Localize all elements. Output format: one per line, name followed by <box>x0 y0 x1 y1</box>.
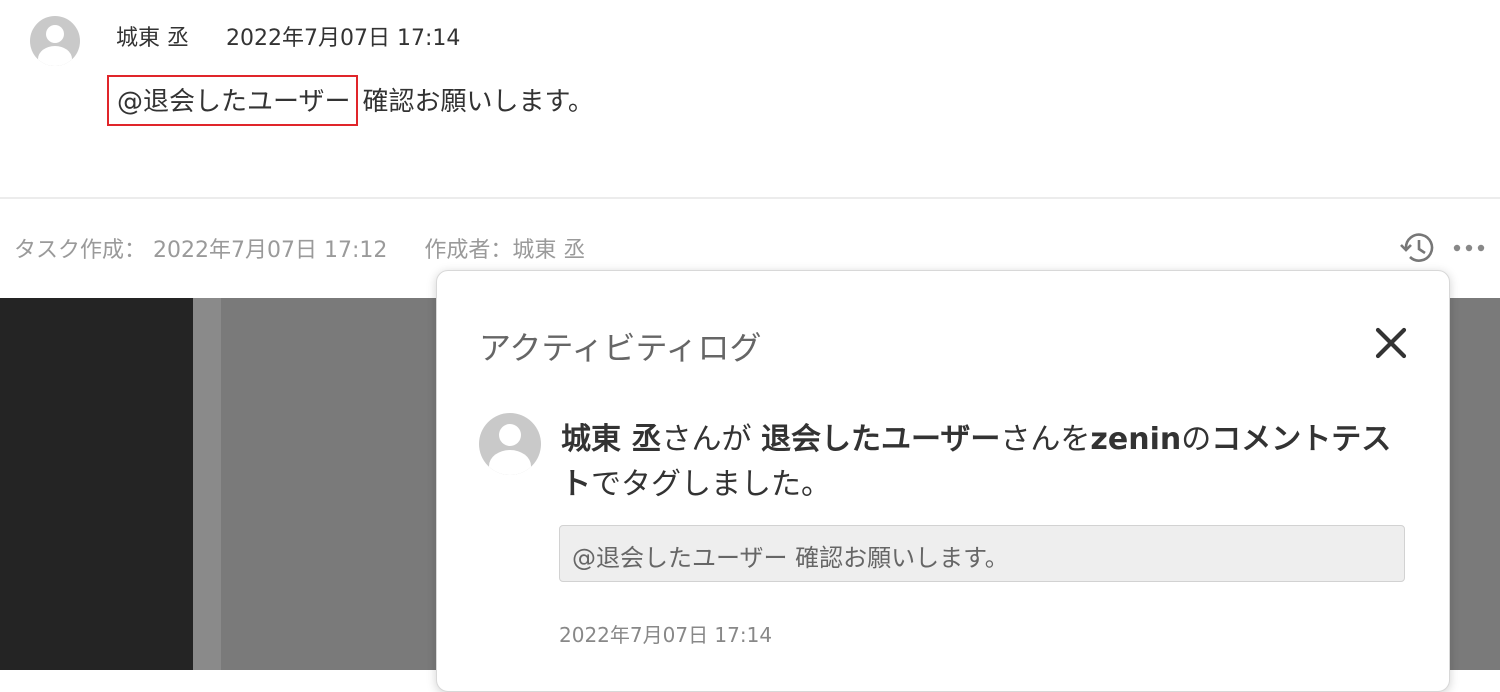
log-text-part4: でタグしました。 <box>591 467 831 502</box>
comment-author[interactable]: 城東 丞 <box>116 26 189 51</box>
log-text-part2: さんを <box>1000 422 1091 457</box>
comment-text: 確認お願いします。 <box>362 87 594 117</box>
log-actor[interactable]: 城東 丞 <box>561 422 661 457</box>
log-timestamp: 2022年7月07日 17:14 <box>559 623 773 647</box>
activity-log-popup: アクティビティログ 城東 丞さんが 退会したユーザーさんをzeninのコメントテ… <box>436 270 1450 692</box>
comment-avatar[interactable] <box>30 16 80 66</box>
backdrop-left-panel <box>0 298 193 670</box>
task-created-label: タスク作成： <box>14 238 147 263</box>
more-icon[interactable] <box>1452 238 1488 258</box>
task-created-date: 2022年7月07日 17:12 <box>153 238 388 263</box>
log-text-part3: の <box>1181 422 1212 457</box>
backdrop-strip <box>193 298 221 670</box>
divider <box>0 197 1500 199</box>
history-icon[interactable] <box>1398 228 1438 268</box>
popup-title: アクティビティログ <box>479 329 762 367</box>
task-info: タスク作成： 2022年7月07日 17:12 作成者：城東 丞 <box>14 232 585 264</box>
log-project[interactable]: zenin <box>1090 422 1181 457</box>
comment-meta: 城東 丞 2022年7月07日 17:14 <box>116 20 460 52</box>
comment-body: @退会したユーザー 確認お願いします。 <box>107 75 594 126</box>
log-entry-text: 城東 丞さんが 退会したユーザーさんをzeninのコメントテストでタグしました。 <box>561 417 1421 507</box>
mention-highlight[interactable]: @退会したユーザー <box>107 75 359 126</box>
task-creator: 作成者：城東 丞 <box>424 238 586 263</box>
log-target[interactable]: 退会したユーザー <box>761 422 1000 457</box>
log-quote: @退会したユーザー 確認お願いします。 <box>559 525 1405 582</box>
log-entry-avatar <box>479 413 541 475</box>
mention-text[interactable]: @退会したユーザー <box>117 87 350 117</box>
log-text-part1: さんが <box>661 422 752 457</box>
close-icon[interactable] <box>1373 325 1409 361</box>
comment-timestamp: 2022年7月07日 17:14 <box>226 26 461 51</box>
